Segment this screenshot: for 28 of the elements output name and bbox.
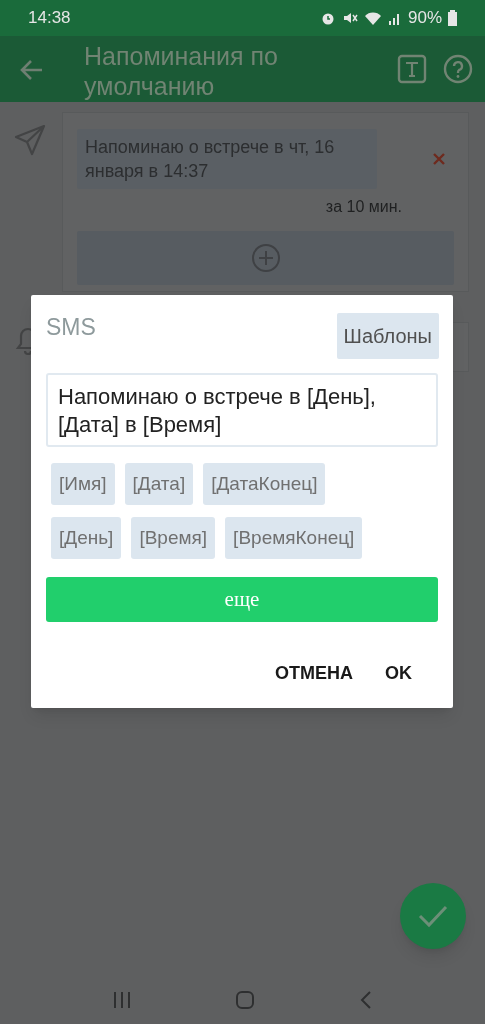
- checkmark-icon: [418, 904, 448, 928]
- variable-chip[interactable]: [ДатаКонец]: [203, 463, 326, 505]
- battery-level: 90%: [407, 7, 442, 30]
- variable-chip[interactable]: [ВремяКонец]: [225, 517, 363, 559]
- plus-circle-icon: [250, 243, 281, 273]
- battery-icon: [448, 10, 457, 26]
- help-icon[interactable]: [443, 54, 473, 84]
- message-field[interactable]: Напоминаю о встрече в [День], [Дата] в [Время]: [46, 373, 438, 447]
- variable-chip[interactable]: [Дата]: [124, 463, 194, 505]
- back-icon[interactable]: [359, 990, 374, 1010]
- paper-plane-icon: [14, 124, 46, 156]
- mute-icon: [341, 10, 358, 26]
- dialog-action-button[interactable]: ОТМЕНА: [263, 652, 365, 695]
- variable-chip[interactable]: [Имя]: [51, 463, 115, 505]
- variable-chip[interactable]: [День]: [51, 517, 122, 559]
- home-icon[interactable]: [235, 990, 256, 1010]
- dialog-title: SMS: [46, 313, 96, 341]
- templates-button[interactable]: Шаблоны: [336, 313, 439, 359]
- wifi-icon: [363, 10, 382, 26]
- delete-icon[interactable]: [432, 152, 446, 166]
- recent-apps-icon[interactable]: [111, 991, 132, 1009]
- more-button[interactable]: еще: [46, 577, 438, 622]
- variable-chip[interactable]: [Время]: [131, 517, 216, 559]
- dialog-action-button[interactable]: OK: [373, 652, 424, 695]
- status-time: 14:38: [28, 7, 71, 30]
- screen-title: Напоминания по умолчанию: [84, 41, 279, 101]
- reminder-offset: за 10 мин.: [325, 197, 402, 217]
- text-format-icon[interactable]: [397, 54, 427, 84]
